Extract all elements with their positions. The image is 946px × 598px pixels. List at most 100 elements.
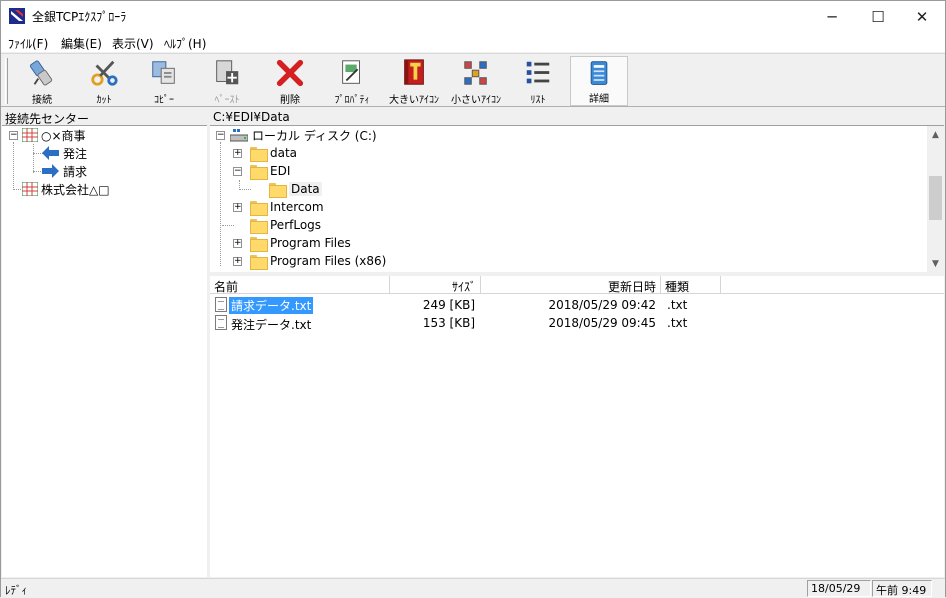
folder-label: PerfLogs [270,218,322,232]
file-row[interactable]: 請求データ.txt 249 [KB] 2018/05/29 09:42 .txt [210,296,944,314]
tree-collapse-toggle[interactable]: − [233,167,242,176]
close-icon: ✕ [915,7,929,26]
arrow-right-icon [42,164,59,178]
tree-expand-toggle[interactable]: + [233,239,242,248]
drive-node[interactable]: ローカル ディスク (C:) [230,126,377,144]
folder-node-intercom[interactable]: Intercom [250,198,324,216]
cut-button[interactable]: ｶｯﾄ [75,56,133,106]
status-text: ﾚﾃﾞｨ [5,584,27,597]
tree-line [239,189,251,190]
list-button[interactable]: ﾘｽﾄ [509,56,567,106]
connect-icon [29,60,53,86]
details-icon [590,61,608,85]
copy-icon [152,61,175,84]
toolbar-grip[interactable] [5,58,8,104]
status-time: 午前 9:49 [872,580,932,597]
details-label: 詳細 [589,94,609,105]
paste-label: ﾍﾟｰｽﾄ [214,95,240,106]
tree-collapse-toggle[interactable]: − [216,131,225,140]
properties-icon [342,60,360,84]
tree-expand-toggle[interactable]: + [233,203,242,212]
folder-label: Program Files [270,236,351,250]
column-header-date[interactable]: 更新日時 [481,276,661,294]
connect-label: 接続 [32,95,52,106]
app-icon [9,8,25,24]
small-icons-button[interactable]: 小さいｱｲｺﾝ [447,56,505,106]
folder-node-edi[interactable]: EDI [250,162,290,180]
folder-label: data [270,146,298,160]
file-date: 2018/05/29 09:42 [548,298,656,312]
folder-icon [250,200,268,216]
folder-icon [250,218,268,234]
menu-file[interactable]: ﾌｧｲﾙ(F) [8,35,48,52]
folder-open-icon [269,182,287,198]
tree-expand-toggle[interactable]: + [233,257,242,266]
scrollbar-thumb[interactable] [929,176,942,220]
tree-node-label: ○×商事 [41,128,86,143]
properties-button[interactable]: ﾌﾟﾛﾊﾟﾃｨ [323,56,381,106]
folder-icon [250,236,268,252]
folder-node-program-files[interactable]: Program Files [250,234,351,252]
file-date: 2018/05/29 09:45 [548,316,656,330]
delete-button[interactable]: 削除 [261,56,319,106]
folder-tree-scrollbar[interactable]: ▲ ▼ [927,126,944,272]
file-type: .txt [667,298,688,312]
folder-tree-pane: C:¥EDI¥Data − ローカル ディスク (C:) + data − ED… [210,108,944,272]
folder-label: Data [289,182,322,196]
arrow-left-icon [42,146,59,160]
list-icon [526,61,550,84]
copy-button[interactable]: ｺﾋﾟｰ [135,56,193,106]
small-icons-icon [464,61,487,85]
tree-line [33,144,34,173]
connection-tree-pane: 接続先センター − ○×商事 発注 請求 株式会社△□ [2,108,207,577]
app-window: 全銀TCPｴｸｽﾌﾟﾛｰﾗ ─ ☐ ✕ ﾌｧｲﾙ(F) 編集(E) 表示(V) … [0,0,946,597]
menu-help[interactable]: ﾍﾙﾌﾟ(H) [164,35,206,52]
tree-node-invoice[interactable]: 請求 [42,162,87,180]
file-row[interactable]: 発注データ.txt 153 [KB] 2018/05/29 09:45 .txt [210,314,944,332]
connect-button[interactable]: 接続 [13,56,71,106]
title-bar: 全銀TCPｴｸｽﾌﾟﾛｰﾗ ─ ☐ ✕ [1,1,945,32]
folder-label: EDI [270,164,291,178]
close-button[interactable]: ✕ [899,1,945,32]
details-button[interactable]: 詳細 [570,56,628,106]
minimize-button[interactable]: ─ [809,1,855,32]
folder-node-data[interactable]: data [250,144,297,162]
window-title: 全銀TCPｴｸｽﾌﾟﾛｰﾗ [32,10,127,24]
tree-line [220,142,221,266]
folder-label: Intercom [270,200,324,214]
folder-node-data-selected[interactable]: Data [269,180,322,198]
tree-expand-toggle[interactable]: + [233,149,242,158]
delete-label: 削除 [280,95,300,106]
text-file-icon [215,315,227,330]
scroll-up-icon[interactable]: ▲ [927,126,944,143]
tree-node-label: 発注 [63,146,88,161]
toolbar: 接続 ｶｯﾄ ｺﾋﾟｰ ﾍﾟｰｽﾄ 削除 ﾌﾟﾛﾊﾟﾃｨ 大きいｱｲｺﾝ 小さい… [1,53,945,107]
grid-server-icon [22,182,38,196]
file-name: 請求データ.txt [229,297,314,314]
folder-node-perflogs[interactable]: PerfLogs [250,216,321,234]
tree-collapse-toggle[interactable]: − [9,131,18,140]
menu-view[interactable]: 表示(V) [112,35,154,52]
minimize-icon: ─ [827,7,837,26]
large-icons-button[interactable]: 大きいｱｲｺﾝ [385,56,443,106]
scroll-down-icon[interactable]: ▼ [927,255,944,272]
paste-button[interactable]: ﾍﾟｰｽﾄ [198,56,256,106]
file-list-pane: 名前 ｻｲｽﾞ 更新日時 種類 請求データ.txt 249 [KB] 2018/… [210,276,944,577]
menu-bar: ﾌｧｲﾙ(F) 編集(E) 表示(V) ﾍﾙﾌﾟ(H) [1,32,945,52]
text-file-icon [215,297,227,312]
file-name: 発注データ.txt [231,318,312,332]
folder-node-program-files-x86[interactable]: Program Files (x86) [250,252,386,270]
folder-icon [250,146,268,162]
tree-node-company-2[interactable]: 株式会社△□ [22,180,110,198]
menu-edit[interactable]: 編集(E) [61,35,102,52]
maximize-button[interactable]: ☐ [855,1,901,32]
column-header-filler [721,276,944,294]
folder-icon [250,164,268,180]
column-header-type[interactable]: 種類 [661,276,721,294]
file-size: 249 [KB] [422,298,475,312]
column-header-size[interactable]: ｻｲｽﾞ [390,276,481,294]
tree-node-order[interactable]: 発注 [42,144,87,162]
status-date: 18/05/29 [807,580,871,597]
column-header-name[interactable]: 名前 [210,276,390,294]
tree-node-company[interactable]: ○×商事 [22,126,86,144]
